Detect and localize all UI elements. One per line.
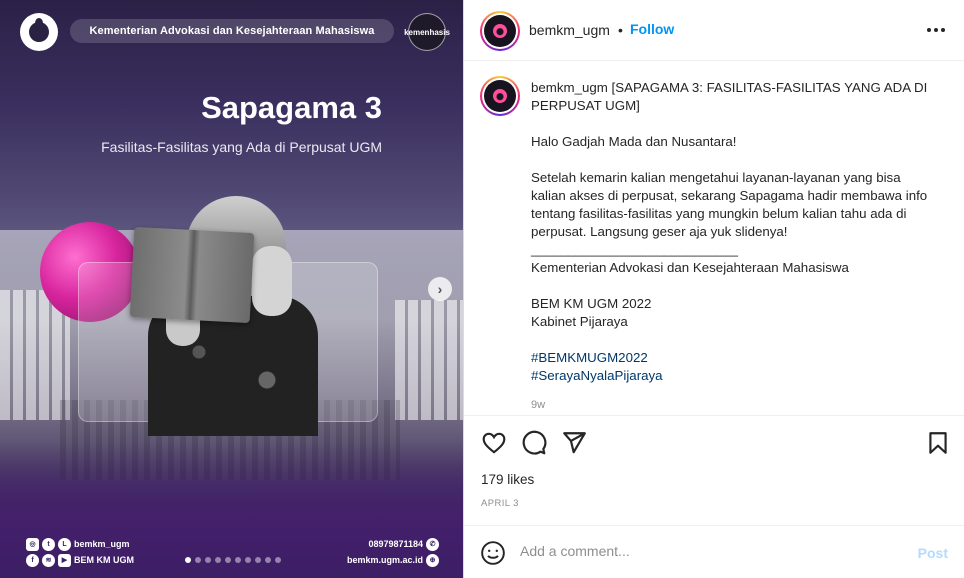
book-image [129,226,255,324]
slide-subtitle: Fasilitas-Fasilitas yang Ada di Perpusat… [101,139,382,155]
carousel-next-button[interactable]: › [428,277,452,301]
caption-username[interactable]: bemkm_ugm [531,80,608,95]
youtube-icon: ▶ [58,553,71,567]
more-options-icon[interactable] [927,28,945,32]
social-footer-left: ◎ t L bemkm_ugm f ≋ ▶ BEM KM UGM [26,536,134,568]
post-date[interactable]: APRIL 3 [481,498,519,509]
slide-title: Sapagama 3 [201,90,382,125]
caption-avatar[interactable] [480,76,520,116]
window-right [395,300,463,420]
follow-button[interactable]: Follow [630,21,674,37]
globe-icon: ⊕ [426,553,439,567]
footer-phone: 08979871184 [368,539,423,549]
footer-name: BEM KM UGM [74,555,134,565]
caption-body: [SAPAGAMA 3: FASILITAS-FASILITAS YANG AD… [531,80,928,329]
bookmark-icon[interactable] [925,430,951,456]
hashtag-link[interactable]: #BEMKMUGM2022 [531,350,648,365]
line-icon: L [58,537,71,551]
comment-bar: Post [464,525,964,578]
ministry-banner: Kementerian Advokasi dan Kesejahteraan M… [70,19,394,43]
post-header: bemkm_ugm • Follow [464,0,964,61]
avatar[interactable] [480,11,520,51]
post-detail-panel: bemkm_ugm • Follow bemkm_ugm [SAPAGAMA 3… [463,0,964,578]
social-footer-right: 08979871184 ✆ bemkm.ugm.ac.id ⊕ [347,536,439,568]
post-comment-button[interactable]: Post [918,545,948,561]
action-bar [464,418,964,468]
heart-icon[interactable] [481,430,507,456]
footer-handle: bemkm_ugm [74,539,130,549]
footer-website: bemkm.ugm.ac.id [346,555,423,565]
chevron-right-icon: › [437,281,443,297]
caption-text: bemkm_ugm [SAPAGAMA 3: FASILITAS-FASILIT… [531,79,936,385]
whatsapp-icon: ✆ [426,537,439,551]
comment-icon[interactable] [521,430,547,456]
send-icon[interactable] [561,430,587,456]
like-count[interactable]: 179 likes [481,472,534,487]
comment-input[interactable] [520,543,900,559]
spotify-icon: ≋ [42,553,55,567]
header-username[interactable]: bemkm_ugm [529,22,610,38]
hashtag-link[interactable]: #SerayaNyalaPijaraya [531,368,663,383]
kemenhasis-logo: kemenhasis [404,13,450,51]
facebook-icon: f [26,553,39,567]
bem-logo [20,13,58,51]
post-media[interactable]: Kementerian Advokasi dan Kesejahteraan M… [0,0,463,578]
twitter-icon: t [42,537,55,551]
smiley-icon[interactable] [480,540,506,566]
header-separator: • [618,22,623,38]
caption-area[interactable]: bemkm_ugm [SAPAGAMA 3: FASILITAS-FASILIT… [464,62,964,416]
caption-time: 9w [531,399,546,411]
carousel-indicator [185,557,281,563]
instagram-icon: ◎ [26,537,39,551]
